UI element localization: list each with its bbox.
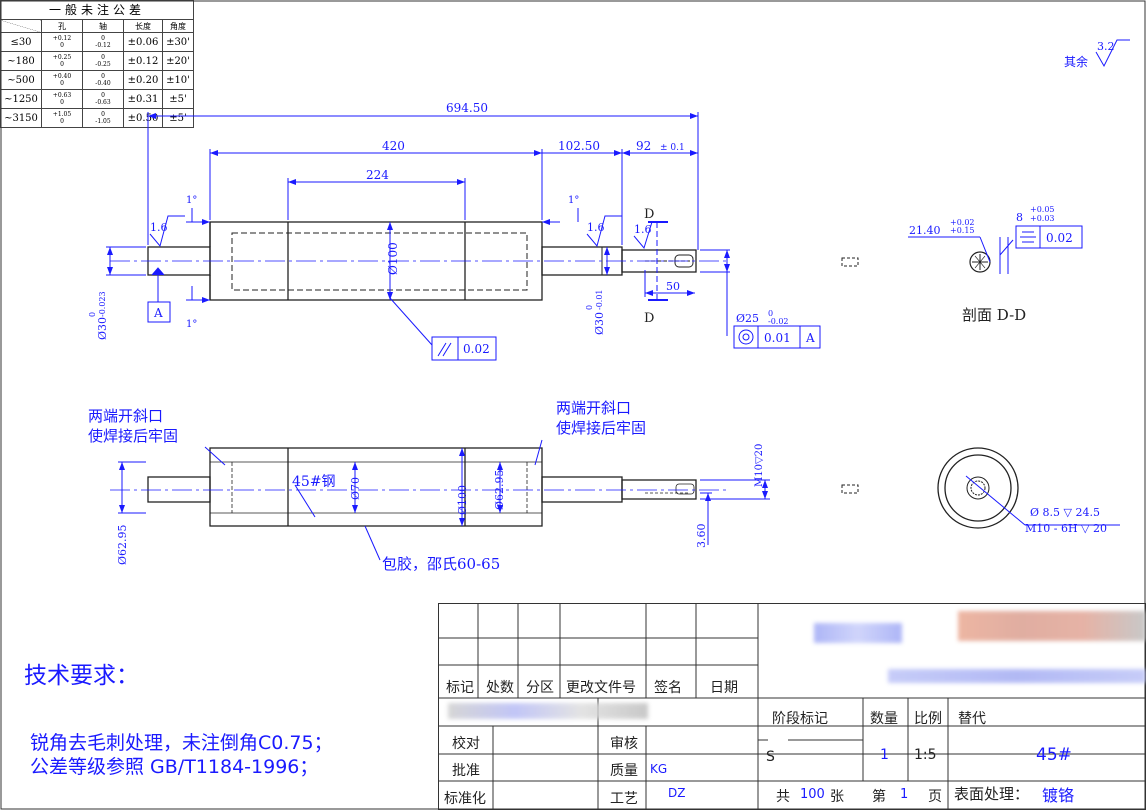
tb-check: 校对 [452, 736, 480, 752]
runout-value: 0.02 [463, 342, 490, 356]
tb-process-val: DZ [668, 786, 686, 800]
tb-sign: 签名 [654, 680, 682, 696]
tb-quality: 质量 [610, 763, 638, 779]
chamfer-1: 1° [186, 195, 197, 206]
note-left-1: 两端开斜口 [88, 407, 163, 425]
note-left-2: 使焊接后牢固 [88, 427, 178, 445]
concentricity-datum: A [805, 331, 815, 345]
tb-stage-val: S [766, 749, 775, 765]
tb-standard: 标准化 [444, 791, 486, 807]
chamfer-2: 1° [186, 319, 197, 330]
lower-dia-100: Ø100 [456, 485, 469, 515]
tb-page-val: 1 [900, 787, 909, 802]
note-right-2: 使焊接后牢固 [556, 419, 646, 437]
dia-right-upper: 0 [585, 305, 594, 310]
symmetry-value: 0.02 [1046, 231, 1073, 245]
dim-right-step: 102.50 [558, 139, 600, 153]
tb-surface-val: 镀铬 [1042, 786, 1075, 805]
section-dd: 0.02 21.40 +0.02 +0.15 8 +0.05 +0.03 [908, 205, 1083, 274]
gdt-runout: 0.02 [431, 336, 497, 361]
redacted-blur [448, 703, 648, 719]
tb-qty-val: 1 [880, 747, 889, 763]
tb-mark: 标记 [446, 680, 474, 696]
dia-left-upper: 0 [88, 312, 97, 317]
dim-center: 224 [366, 168, 389, 182]
lower-dia-70: Ø70 [349, 477, 362, 500]
tb-process: 工艺 [610, 791, 638, 807]
dim-journal: 92 [636, 139, 651, 153]
dim-journal-tol: ± 0.1 [660, 143, 685, 153]
tb-material: 45# [1036, 745, 1072, 765]
dim-keyway: 50 [666, 280, 680, 293]
section-depth: 21.40 [909, 224, 941, 237]
tech-line-1: 锐角去毛刺处理，未注倒角C0.75； [30, 732, 333, 754]
tb-change-no: 更改文件号 [566, 680, 636, 696]
tb-total-val: 100 [800, 787, 825, 802]
dia-end-lower: -0.02 [768, 317, 789, 326]
redacted-blur [958, 611, 1146, 641]
tb-replace: 替代 [958, 711, 986, 727]
tech-heading: 技术要求： [24, 663, 139, 689]
tb-page-unit: 页 [928, 789, 942, 805]
tb-scale-val: 1:5 [914, 747, 937, 763]
material-note: 45#钢 [292, 474, 336, 490]
dia-right: Ø30 [593, 312, 606, 335]
tb-zone: 分区 [526, 680, 554, 696]
tb-date: 日期 [710, 680, 738, 696]
tb-scale: 比例 [914, 711, 942, 727]
title-block: 标记 处数 分区 更改文件号 签名 日期 校对 审核 批准 质量 KG 标准化 … [438, 603, 1146, 810]
tb-stage: 阶段标记 [772, 711, 828, 727]
end-hole: Ø 8.5 ▽ 24.5 [1030, 506, 1100, 519]
rough-left: 1.6 [150, 221, 168, 234]
chamfer-3: 1° [568, 195, 579, 206]
dia-end: Ø25 [736, 312, 759, 325]
section-width: 8 [1016, 211, 1023, 224]
redacted-blur [814, 623, 902, 643]
dia-main: Ø100 [386, 242, 400, 275]
concentricity-value: 0.01 [764, 331, 791, 345]
tb-total-unit: 张 [830, 789, 844, 805]
dim-body: 420 [382, 139, 405, 153]
section-width-upper: +0.05 [1030, 205, 1055, 214]
tech-line-2: 公差等级参照 GB/T1184-1996； [30, 756, 319, 778]
tb-page-pre: 第 [872, 789, 886, 805]
end-thread: M10 - 6H ▽ 20 [1025, 522, 1107, 535]
datum-a: A [153, 306, 163, 320]
lower-dia-6295-outer: Ø62.95 [116, 524, 129, 565]
rough-journal: 1.6 [634, 223, 652, 236]
dia-left-lower: -0.023 [98, 291, 107, 317]
gdt-concentricity: 0.01 A [733, 325, 821, 349]
section-title: 剖面 D-D [962, 306, 1026, 324]
rough-right: 1.6 [587, 221, 605, 234]
lower-offset: 3.60 [695, 524, 708, 549]
dia-right-lower: -0.01 [595, 289, 604, 310]
tb-quality-val: KG [650, 762, 668, 776]
section-mark-top: D [644, 207, 654, 222]
roughness-value: 3.2 [1097, 40, 1115, 53]
tb-approve: 批准 [452, 763, 480, 779]
coating-note: 包胶，邵氏60-65 [382, 555, 500, 573]
redacted-blur [888, 669, 1146, 683]
tb-total-pre: 共 [776, 789, 790, 805]
lower-dia-6295-inner: Ø62.95 [493, 469, 506, 510]
section-mark-bottom: D [644, 311, 654, 326]
drawing-sheet: 一般未注公差 孔 轴 长度 角度 ≤30 +0.12 0 0 -0.12 ±0.06… [0, 0, 1146, 810]
tb-qty: 数量 [870, 711, 898, 727]
dia-left: Ø30 [96, 317, 109, 340]
tb-count: 处数 [486, 680, 514, 696]
section-depth-lower: +0.15 [950, 226, 975, 235]
roughness-label: 其余 [1064, 54, 1088, 69]
lower-thread: M10▽20 [754, 444, 765, 487]
tb-review: 审核 [610, 736, 638, 752]
shaft-lower-view [147, 447, 697, 527]
note-right-1: 两端开斜口 [556, 399, 631, 417]
tb-surface-label: 表面处理： [954, 785, 1030, 803]
section-width-lower: +0.03 [1030, 214, 1055, 223]
dim-overall: 694.50 [446, 101, 488, 115]
